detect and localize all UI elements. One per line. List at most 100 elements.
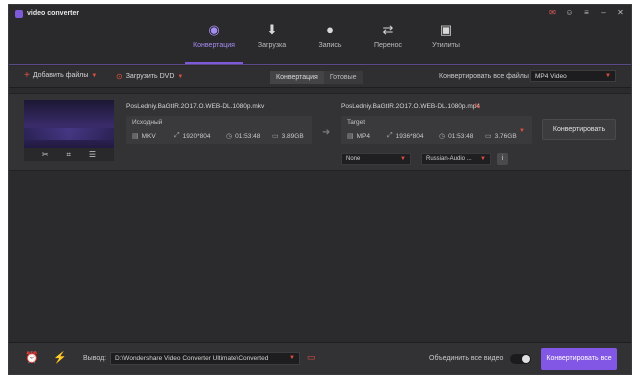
target-duration-value: 01:53:48 (448, 132, 474, 140)
disc-icon: ⊙ (116, 72, 123, 81)
convert-all-button[interactable]: Конвертировать все (541, 348, 617, 370)
video-thumbnail[interactable] (24, 100, 114, 148)
footer: ⏰ ⚡ Вывод: D:\Wondershare Video Converte… (9, 342, 631, 374)
app-title: video converter (27, 10, 80, 17)
convert-all-to-label: Конвертировать все файлы в (439, 73, 535, 80)
target-info-panel[interactable]: Target ▤ MP4 ⤢ 1936*804 ◷ 01:53:48 ▭ 3.7… (341, 116, 532, 144)
target-duration: ◷ 01:53:48 (439, 132, 474, 141)
app-window: video converter ✉ ☺ ≡ – ✕ ◉ Конвертация … (8, 4, 632, 375)
merge-all-label: Объединить все видео (429, 355, 504, 362)
output-label: Вывод: (83, 355, 107, 362)
convert-button[interactable]: Конвертировать (542, 119, 616, 140)
transfer-icon: ⇄ (382, 22, 394, 37)
audio-track-value: Russian-Audio ... (426, 156, 472, 162)
close-icon[interactable]: ✕ (616, 8, 625, 17)
source-filename: PosLedniy.BaGtIR.2O17.O.WEB-DL.1080p.mkv (126, 103, 265, 110)
edit-icon[interactable]: ✎ (474, 102, 481, 111)
subtitle-select[interactable]: None ▼ (341, 153, 411, 165)
tab-download-label: Загрузка (257, 42, 287, 49)
toolbox-icon: ▣ (439, 22, 453, 37)
open-folder-icon[interactable]: ▭ (307, 352, 316, 363)
target-size-value: 3.76GB (494, 132, 517, 140)
output-path-value: D:\Wondershare Video Converter Ultimate\… (115, 355, 269, 362)
load-dvd-label: Загрузить DVD (125, 73, 175, 80)
output-format-select[interactable]: MP4 Video ▼ (530, 70, 616, 82)
chevron-down-icon: ▼ (400, 156, 406, 162)
folder-icon: ▭ (272, 133, 279, 140)
film-icon: ▤ (347, 133, 354, 140)
header-divider (9, 64, 631, 65)
tab-transfer[interactable]: ⇄ Перенос (359, 21, 417, 65)
tab-burn-label: Запись (318, 42, 342, 49)
info-icon[interactable]: i (497, 153, 508, 165)
gift-icon[interactable]: ✉ (548, 8, 557, 17)
target-size: ▭ 3.76GB (485, 132, 517, 141)
tab-converting[interactable]: Конвертация (270, 71, 324, 84)
audio-track-select[interactable]: Russian-Audio ... ▼ (421, 153, 491, 165)
menu-icon[interactable]: ≡ (582, 8, 591, 17)
clock-icon: ◷ (226, 133, 233, 140)
tab-download[interactable]: ⬇ Загрузка (243, 21, 301, 65)
target-resolution-value: 1936*804 (395, 132, 424, 140)
file-row: ✂ ⌗ ☰ PosLedniy.BaGtIR.2O17.O.WEB-DL.108… (9, 93, 631, 171)
window-controls: ✉ ☺ ≡ – ✕ (548, 8, 625, 17)
source-label: Исходный (132, 119, 163, 126)
resolution-icon: ⤢ (174, 132, 180, 139)
output-format-value: MP4 Video (535, 73, 567, 80)
merge-toggle[interactable] (510, 354, 531, 364)
account-icon[interactable]: ☺ (565, 8, 574, 17)
source-resolution: ⤢ 1920*804 (174, 132, 210, 140)
add-files-label: Добавить файлы (32, 72, 89, 79)
chevron-down-icon[interactable]: ▼ (177, 74, 183, 80)
add-files-button[interactable]: + Добавить файлы ▼ (24, 71, 97, 81)
load-dvd-button[interactable]: ⊙ Загрузить DVD ▼ (116, 72, 183, 81)
convert-icon: ◉ (208, 22, 220, 37)
tab-burn[interactable]: ● Запись (301, 21, 359, 65)
burn-icon: ● (326, 22, 334, 37)
resolution-icon: ⤢ (387, 132, 393, 139)
top-bar: video converter ✉ ☺ ≡ – ✕ ◉ Конвертация … (9, 5, 631, 65)
arrow-right-icon: ➜ (322, 127, 331, 138)
file-list: ✂ ⌗ ☰ PosLedniy.BaGtIR.2O17.O.WEB-DL.108… (9, 89, 631, 344)
minimize-icon[interactable]: – (599, 8, 608, 17)
chevron-down-icon[interactable]: ▼ (91, 73, 97, 79)
subtitle-value: None (346, 156, 361, 162)
chevron-down-icon: ▼ (289, 355, 295, 361)
tab-convert-label: Конвертация (193, 42, 235, 49)
lightning-icon[interactable]: ⚡ (53, 351, 67, 364)
clock-icon: ◷ (439, 133, 446, 140)
tab-toolbox-label: Утилиты (432, 42, 460, 49)
source-format: ▤ MKV (132, 132, 156, 141)
source-resolution-value: 1920*804 (182, 132, 211, 140)
source-info-panel: Исходный ▤ MKV ⤢ 1920*804 ◷ 01:53:48 ▭ 3… (126, 116, 312, 144)
trim-icon[interactable]: ✂ (42, 150, 49, 159)
target-label: Target (347, 119, 366, 126)
film-icon: ▤ (132, 133, 139, 140)
tab-transfer-label: Перенос (374, 42, 402, 49)
source-duration-value: 01:53:48 (235, 132, 261, 140)
main-nav: ◉ Конвертация ⬇ Загрузка ● Запись ⇄ Пере… (185, 21, 475, 65)
toggle-knob (522, 355, 530, 363)
tab-finished[interactable]: Готовые (323, 71, 363, 84)
target-format-value: MP4 (356, 132, 370, 140)
tab-toolbox[interactable]: ▣ Утилиты (417, 21, 475, 65)
source-size-value: 3.89GB (281, 132, 304, 140)
crop-icon[interactable]: ⌗ (66, 150, 71, 160)
target-filename: PosLedniy.BaGtIR.2O17.O.WEB-DL.1080p.mp4 (341, 103, 480, 110)
chevron-down-icon[interactable]: ▼ (519, 128, 525, 134)
source-duration: ◷ 01:53:48 (226, 132, 261, 141)
alarm-clock-icon[interactable]: ⏰ (25, 351, 39, 364)
download-icon: ⬇ (266, 22, 278, 37)
output-path-select[interactable]: D:\Wondershare Video Converter Ultimate\… (110, 352, 300, 365)
effects-icon[interactable]: ☰ (89, 150, 96, 159)
chevron-down-icon: ▼ (480, 156, 486, 162)
app-logo-icon (15, 10, 23, 18)
tab-convert[interactable]: ◉ Конвертация (185, 21, 243, 65)
thumbnail-tools: ✂ ⌗ ☰ (24, 148, 114, 161)
toolbar: + Добавить файлы ▼ ⊙ Загрузить DVD ▼ Кон… (9, 66, 631, 88)
source-size: ▭ 3.89GB (272, 132, 304, 141)
view-switch: Конвертация Готовые (270, 71, 363, 84)
chevron-down-icon: ▼ (605, 73, 611, 79)
source-format-value: MKV (141, 132, 156, 140)
target-resolution: ⤢ 1936*804 (387, 132, 423, 140)
